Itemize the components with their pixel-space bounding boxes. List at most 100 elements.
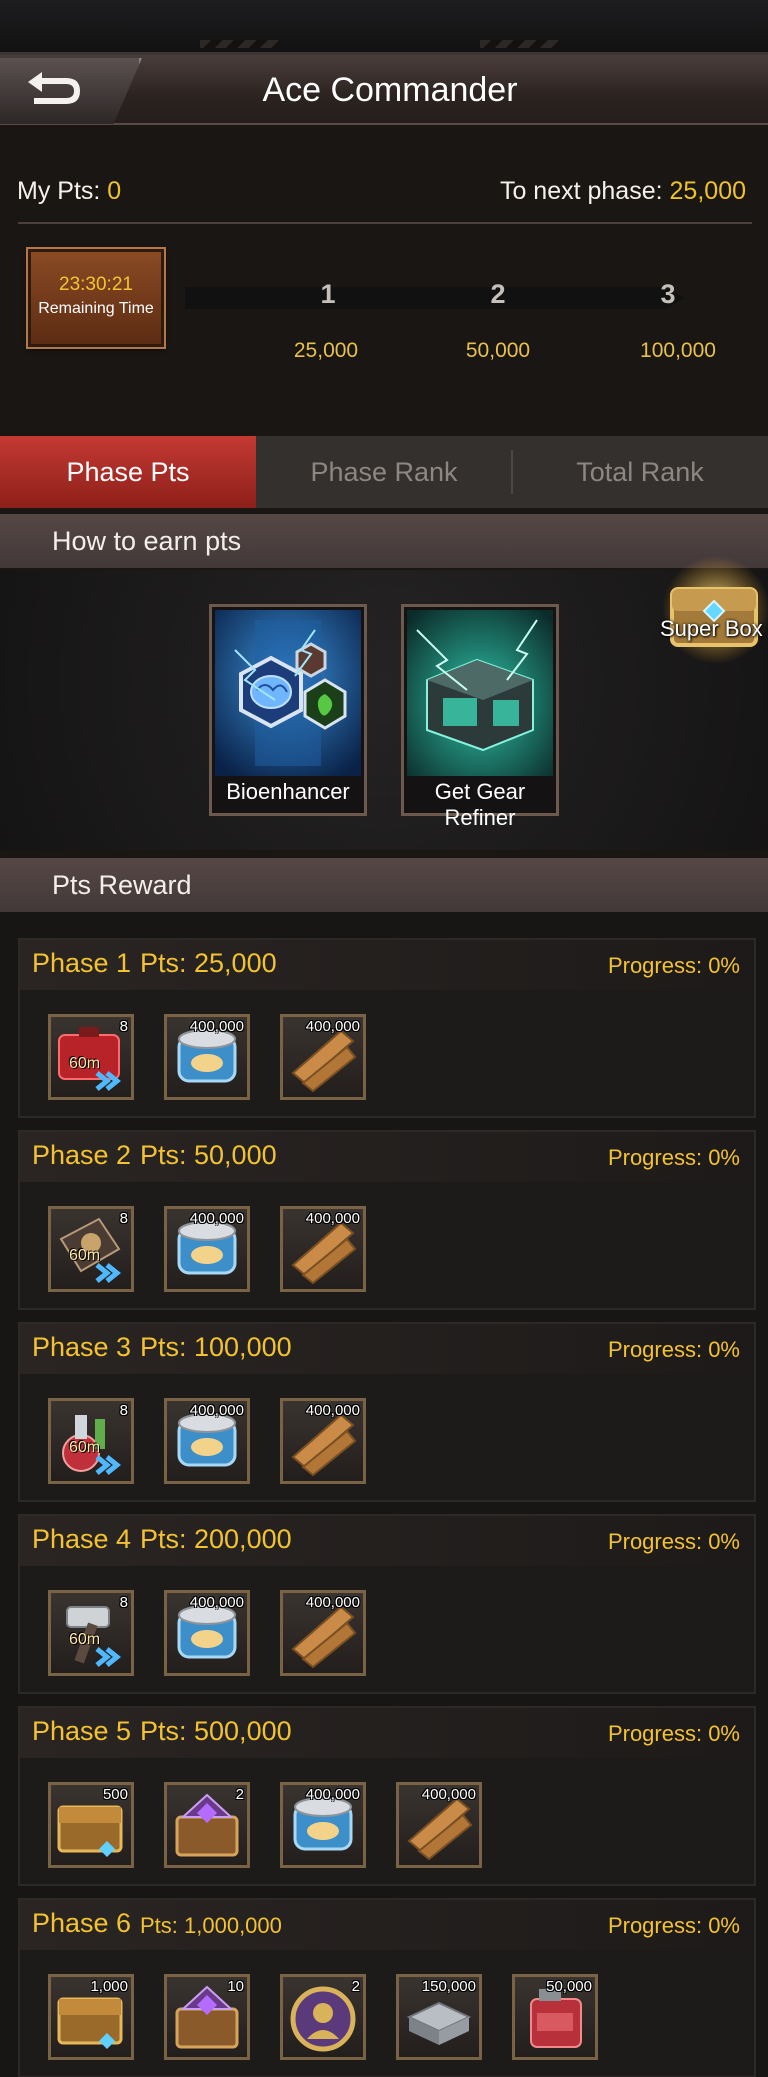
phase-header: Phase 2 Pts: 50,000 Progress: 0%	[20, 1132, 754, 1182]
phase-header: Phase 3 Pts: 100,000 Progress: 0%	[20, 1324, 754, 1374]
reward-item-gem-chest[interactable]: 10	[164, 1974, 250, 2060]
reward-item-steel[interactable]: 150,000	[396, 1974, 482, 2060]
milestone-1-value: 25,000	[293, 339, 359, 362]
item-count: 400,000	[305, 1402, 360, 1419]
phase-progress-track	[185, 287, 685, 309]
reward-item-gold-chest[interactable]: 1,000	[48, 1974, 134, 2060]
item-count: 10	[227, 1978, 244, 1995]
bioenhancer-icon	[215, 610, 361, 776]
milestone-2-number: 2	[490, 279, 506, 309]
phase-header: Phase 5 Pts: 500,000 Progress: 0%	[20, 1708, 754, 1758]
pts-reward-header: Pts Reward	[0, 858, 768, 912]
reward-item-food[interactable]: 400,000	[164, 1590, 250, 1676]
hazard-stripe	[480, 40, 560, 48]
earn-card-gear-refiner[interactable]: Get Gear Refiner	[401, 604, 559, 830]
phase-progress: Progress: 0%	[607, 1145, 740, 1170]
item-count: 50,000	[546, 1978, 592, 1995]
page-title: Ace Commander	[262, 71, 518, 109]
reward-item-speedup[interactable]: 8 60m	[48, 1014, 134, 1100]
reward-item-wood[interactable]: 400,000	[396, 1782, 482, 1868]
milestone-2-value: 50,000	[465, 339, 531, 362]
phase-progress: Progress: 0%	[607, 1337, 740, 1362]
item-duration: 60m	[69, 1631, 101, 1648]
reward-item-medal[interactable]: 2	[280, 1974, 366, 2060]
tab-total-rank[interactable]: Total Rank	[512, 436, 768, 508]
phase-name: Phase 4	[32, 1524, 132, 1554]
earn-card-label: Get Gear Refiner	[434, 779, 526, 830]
reward-item-wood[interactable]: 400,000	[280, 1398, 366, 1484]
item-count: 400,000	[189, 1402, 244, 1419]
item-count: 8	[119, 1402, 128, 1419]
item-count: 500	[102, 1786, 128, 1803]
item-duration: 60m	[69, 1055, 101, 1072]
phase-pts: Pts: 200,000	[140, 1524, 292, 1554]
reward-item-wood[interactable]: 400,000	[280, 1206, 366, 1292]
item-count: 8	[119, 1594, 128, 1611]
tab-bar: Phase Pts Phase Rank Total Rank	[0, 436, 768, 508]
phase-name: Phase 3	[32, 1332, 132, 1362]
next-phase: To next phase: 25,000	[500, 177, 746, 206]
tab-phase-pts[interactable]: Phase Pts	[0, 436, 256, 508]
item-count: 400,000	[305, 1018, 360, 1035]
my-pts-value: 0	[107, 177, 122, 205]
how-to-earn-header: How to earn pts	[0, 514, 768, 568]
super-box-chest-icon[interactable]	[658, 555, 768, 665]
phase-progress: Progress: 0%	[607, 1721, 740, 1746]
item-count: 8	[119, 1210, 128, 1227]
phase-card-5: Phase 5 Pts: 500,000 Progress: 0% 500 2 …	[18, 1706, 756, 1886]
reward-item-wood[interactable]: 400,000	[280, 1590, 366, 1676]
phase-progress: Progress: 0%	[607, 953, 740, 978]
timer-label: Remaining Time	[38, 300, 154, 317]
timer-value: 23:30:21	[59, 274, 133, 295]
earn-card-label: Bioenhancer	[226, 779, 350, 804]
reward-item-food[interactable]: 400,000	[164, 1206, 250, 1292]
phase-pts: Pts: 500,000	[140, 1716, 292, 1746]
phase-card-6: Phase 6 Pts: 1,000,000 Progress: 0% 1,00…	[18, 1898, 756, 2077]
hazard-stripe	[200, 40, 280, 48]
phase-pts: Pts: 1,000,000	[140, 1913, 282, 1938]
item-count: 8	[119, 1018, 128, 1035]
gear-refiner-crate-icon	[407, 610, 553, 776]
phase-pts: Pts: 25,000	[140, 948, 277, 978]
reward-item-food[interactable]: 400,000	[280, 1782, 366, 1868]
next-phase-label: To next phase:	[499, 177, 663, 205]
reward-item-wood[interactable]: 400,000	[280, 1014, 366, 1100]
phase-header: Phase 4 Pts: 200,000 Progress: 0%	[20, 1516, 754, 1566]
reward-item-gem-chest[interactable]: 2	[164, 1782, 250, 1868]
next-phase-value: 25,000	[669, 177, 746, 205]
phase-header: Phase 6 Pts: 1,000,000 Progress: 0%	[20, 1900, 754, 1950]
phase-header: Phase 1 Pts: 25,000 Progress: 0%	[20, 940, 754, 990]
phase-name: Phase 5	[32, 1716, 132, 1746]
reward-item-food[interactable]: 400,000	[164, 1398, 250, 1484]
item-duration: 60m	[69, 1247, 101, 1264]
item-count: 400,000	[305, 1210, 360, 1227]
super-box-label: Super Box	[660, 616, 763, 641]
phase-progress: Progress: 0%	[607, 1913, 740, 1938]
item-count: 1,000	[90, 1978, 128, 1995]
item-count: 2	[351, 1978, 360, 1995]
phase-card-2: Phase 2 Pts: 50,000 Progress: 0% 8 60m 4…	[18, 1130, 756, 1310]
top-status-strip	[0, 0, 768, 55]
item-count: 400,000	[189, 1018, 244, 1035]
divider	[18, 222, 752, 224]
phase-name: Phase 1	[32, 948, 132, 978]
milestone-3-number: 3	[660, 279, 676, 309]
item-count: 150,000	[421, 1978, 476, 1995]
reward-item-speedup[interactable]: 8 60m	[48, 1590, 134, 1676]
reward-item-fuel[interactable]: 50,000	[512, 1974, 598, 2060]
earn-card-bioenhancer[interactable]: Bioenhancer	[209, 604, 367, 816]
reward-item-speedup[interactable]: 8 60m	[48, 1398, 134, 1484]
tab-phase-rank[interactable]: Phase Rank	[256, 436, 512, 508]
remaining-time-box: 23:30:21 Remaining Time	[26, 247, 166, 349]
phase-progress: Progress: 0%	[607, 1529, 740, 1554]
item-count: 400,000	[305, 1786, 360, 1803]
item-count: 400,000	[421, 1786, 476, 1803]
reward-item-food[interactable]: 400,000	[164, 1014, 250, 1100]
phase-pts: Pts: 100,000	[140, 1332, 292, 1362]
phase-card-1: Phase 1 Pts: 25,000 Progress: 0% 8 60m 4…	[18, 938, 756, 1118]
item-duration: 60m	[69, 1439, 101, 1456]
back-arrow-icon	[27, 72, 80, 104]
phase-card-4: Phase 4 Pts: 200,000 Progress: 0% 8 60m …	[18, 1514, 756, 1694]
reward-item-speedup[interactable]: 8 60m	[48, 1206, 134, 1292]
reward-item-gold-chest[interactable]: 500	[48, 1782, 134, 1868]
